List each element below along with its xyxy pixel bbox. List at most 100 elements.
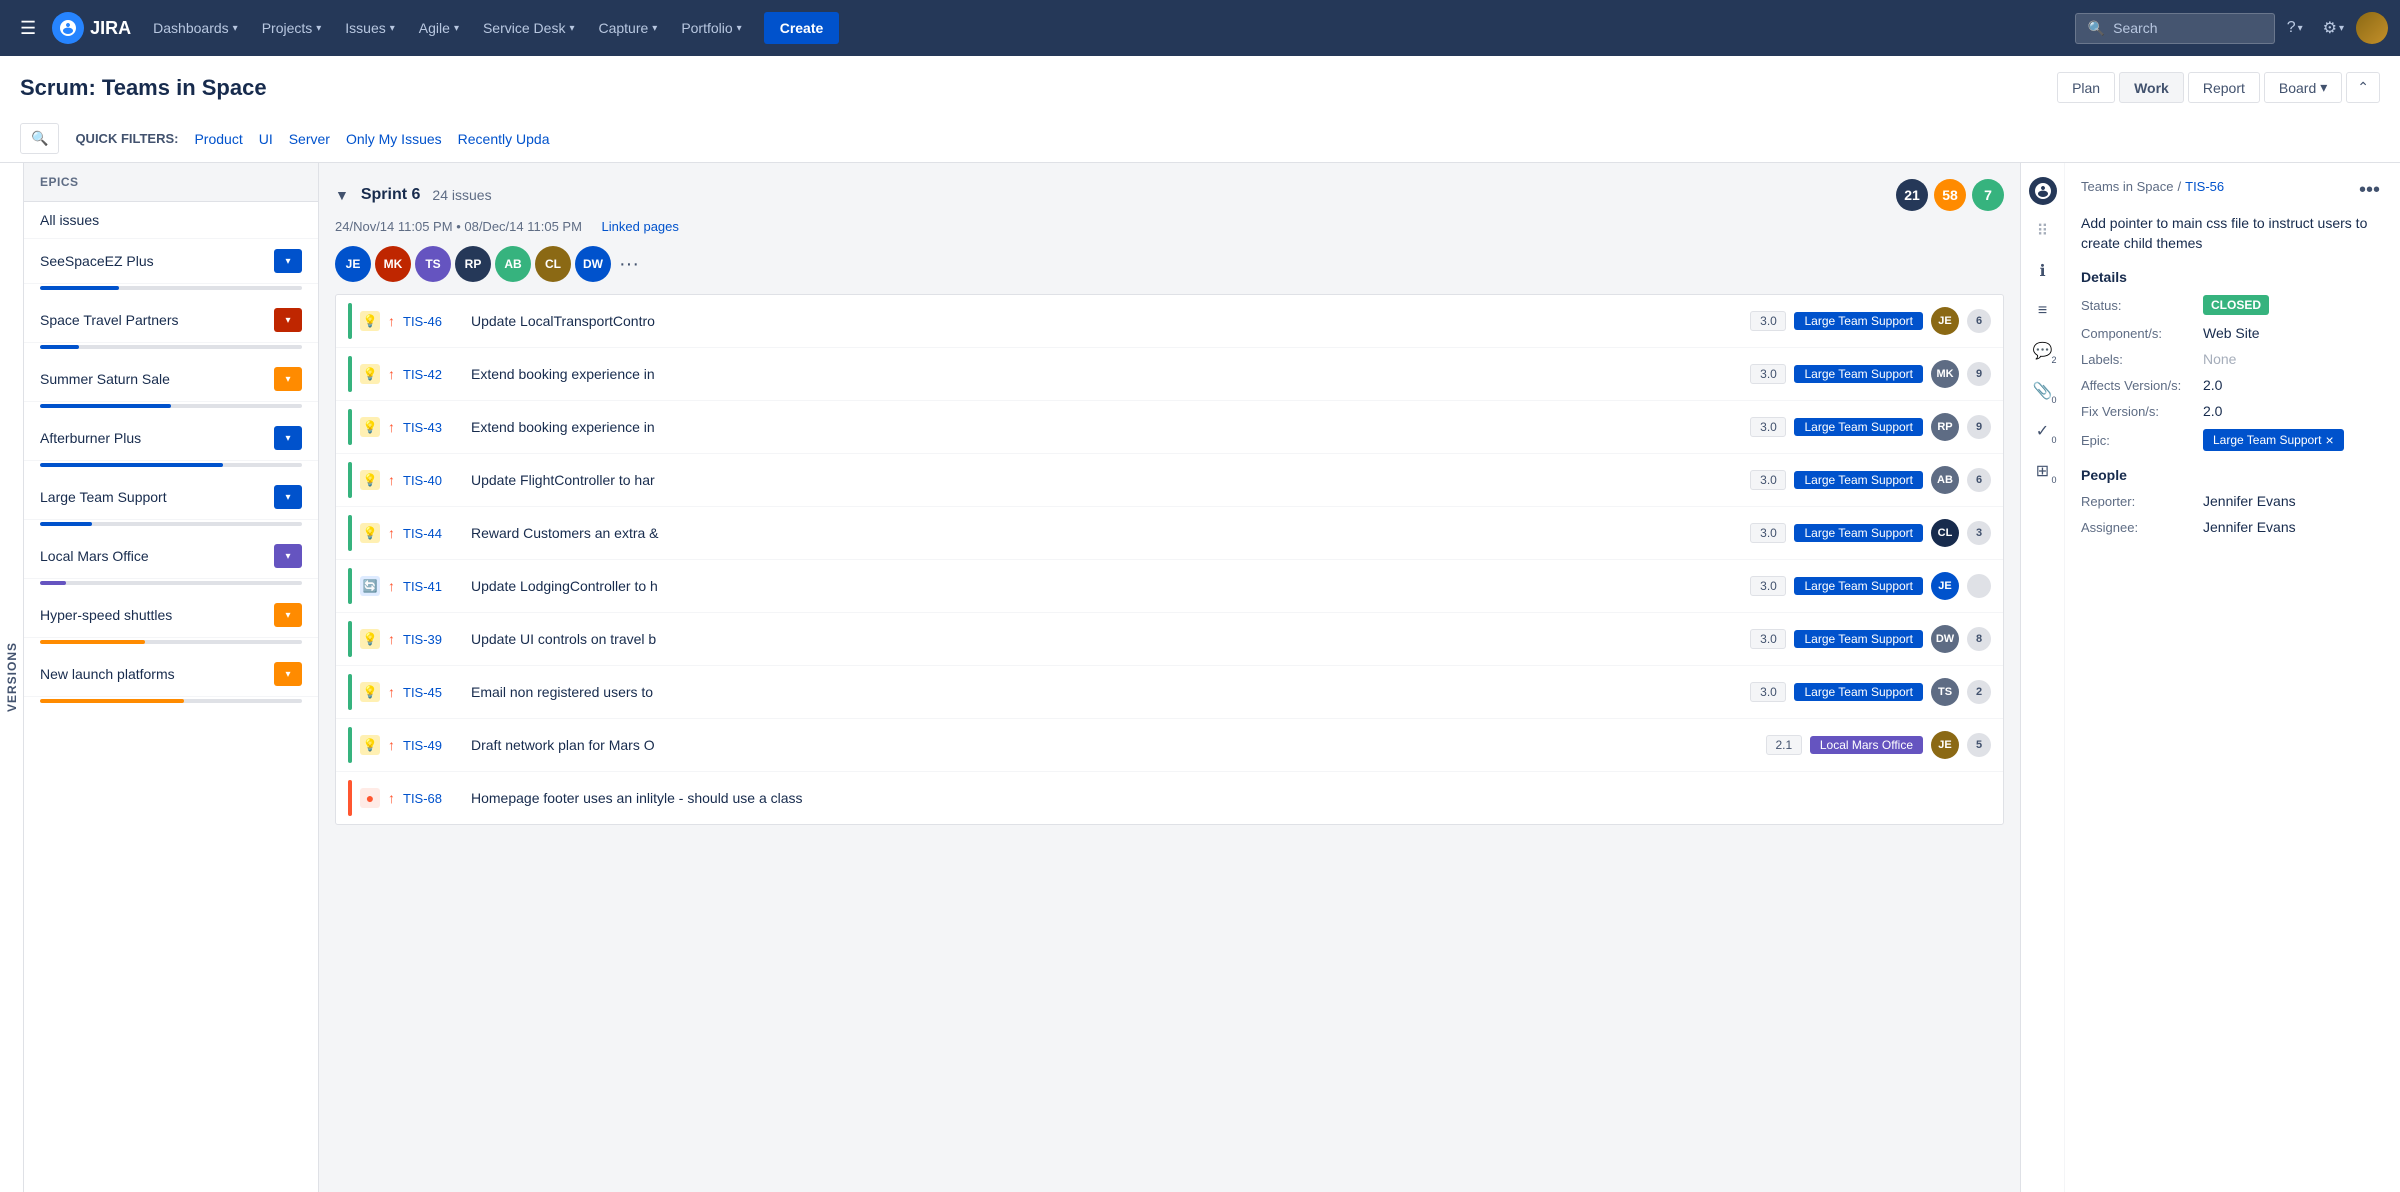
nav-capture[interactable]: Capture ▾ (588, 12, 667, 44)
issue-key[interactable]: TIS-44 (403, 526, 463, 541)
epic-new-launch[interactable]: New launch platforms ▾ (24, 652, 318, 697)
assignee-avatar: AB (1931, 466, 1959, 494)
sprint-avatar[interactable]: TS (415, 246, 451, 282)
epic-hyper-speed[interactable]: Hyper-speed shuttles ▾ (24, 593, 318, 638)
board-view-btn[interactable]: Board ▾ (2264, 72, 2342, 103)
issue-epic-tag[interactable]: Local Mars Office (1810, 736, 1923, 754)
epic-name: Space Travel Partners (40, 312, 274, 328)
issue-row[interactable]: 💡 ↑ TIS-44 Reward Customers an extra & 3… (336, 507, 2003, 560)
detail-icon-comments[interactable]: 💬 2 (2027, 335, 2059, 367)
issue-epic-tag[interactable]: Large Team Support (1794, 577, 1923, 595)
issue-epic-tag[interactable]: Large Team Support (1794, 630, 1923, 648)
hamburger-menu[interactable]: ☰ (12, 10, 44, 47)
detail-icon-attachments[interactable]: 📎 0 (2027, 375, 2059, 407)
plan-view-btn[interactable]: Plan (2057, 72, 2115, 103)
epic-summer-saturn[interactable]: Summer Saturn Sale ▾ (24, 357, 318, 402)
sprint-avatar[interactable]: AB (495, 246, 531, 282)
more-avatars-btn[interactable]: ··· (619, 253, 639, 276)
issue-key[interactable]: TIS-41 (403, 579, 463, 594)
versions-tab[interactable]: VERSIONS (0, 163, 24, 1192)
epic-tag-close[interactable]: × (2326, 432, 2334, 448)
sprint-avatar[interactable]: JE (335, 246, 371, 282)
issue-row[interactable]: 💡 ↑ TIS-39 Update UI controls on travel … (336, 613, 2003, 666)
sprint-avatar[interactable]: DW (575, 246, 611, 282)
sprint-name: Sprint 6 (361, 186, 421, 204)
epic-dropdown-btn[interactable]: ▾ (274, 308, 302, 332)
issue-epic-tag[interactable]: Large Team Support (1794, 418, 1923, 436)
filter-ui[interactable]: UI (259, 131, 273, 147)
issue-epic-tag[interactable]: Large Team Support (1794, 524, 1923, 542)
epic-dropdown-btn[interactable]: ▾ (274, 485, 302, 509)
issue-row[interactable]: 💡 ↑ TIS-49 Draft network plan for Mars O… (336, 719, 2003, 772)
search-box[interactable]: 🔍 (2075, 13, 2275, 44)
nav-projects[interactable]: Projects ▾ (252, 12, 332, 44)
epic-afterburner[interactable]: Afterburner Plus ▾ (24, 416, 318, 461)
issue-key[interactable]: TIS-46 (403, 314, 463, 329)
issue-key[interactable]: TIS-49 (403, 738, 463, 753)
nav-service-desk[interactable]: Service Desk ▾ (473, 12, 585, 44)
quick-filter-search[interactable]: 🔍 (20, 123, 59, 154)
epic-dropdown-btn[interactable]: ▾ (274, 544, 302, 568)
create-button[interactable]: Create (764, 12, 840, 44)
epic-dropdown-btn[interactable]: ▾ (274, 367, 302, 391)
issue-row[interactable]: 💡 ↑ TIS-46 Update LocalTransportContro 3… (336, 295, 2003, 348)
issue-row[interactable]: 💡 ↑ TIS-45 Email non registered users to… (336, 666, 2003, 719)
detail-more-button[interactable]: ••• (2355, 179, 2384, 202)
nav-logo[interactable]: JIRA (52, 12, 131, 44)
issue-key[interactable]: TIS-43 (403, 420, 463, 435)
epic-space-travel[interactable]: Space Travel Partners ▾ (24, 298, 318, 343)
epic-dropdown-btn[interactable]: ▾ (274, 603, 302, 627)
search-input[interactable] (2113, 20, 2262, 36)
help-button[interactable]: ? ▾ (2279, 11, 2311, 45)
linked-pages-link[interactable]: Linked pages (602, 219, 679, 234)
detail-icon-checklist[interactable]: ✓ 0 (2027, 415, 2059, 447)
filter-server[interactable]: Server (289, 131, 330, 147)
issue-epic-tag[interactable]: Large Team Support (1794, 683, 1923, 701)
issue-epic-tag[interactable]: Large Team Support (1794, 312, 1923, 330)
user-avatar[interactable] (2356, 12, 2388, 44)
detail-icon-more[interactable]: ⊞ 0 (2027, 455, 2059, 487)
report-view-btn[interactable]: Report (2188, 72, 2260, 103)
issue-key[interactable]: TIS-39 (403, 632, 463, 647)
work-view-btn[interactable]: Work (2119, 72, 2184, 103)
nav-issues[interactable]: Issues ▾ (335, 12, 405, 44)
issue-row[interactable]: 🔄 ↑ TIS-41 Update LodgingController to h… (336, 560, 2003, 613)
epic-all-issues[interactable]: All issues (24, 202, 318, 239)
epic-local-mars[interactable]: Local Mars Office ▾ (24, 534, 318, 579)
detail-icon-drag[interactable]: ⠿ (2027, 215, 2059, 247)
nav-portfolio[interactable]: Portfolio ▾ (671, 12, 751, 44)
filter-recently-updated[interactable]: Recently Upda (458, 131, 550, 147)
issue-epic-tag[interactable]: Large Team Support (1794, 471, 1923, 489)
sprint-avatar[interactable]: CL (535, 246, 571, 282)
detail-icon-project[interactable] (2027, 175, 2059, 207)
epic-dropdown-btn[interactable]: ▾ (274, 249, 302, 273)
filter-only-my-issues[interactable]: Only My Issues (346, 131, 442, 147)
nav-agile[interactable]: Agile ▾ (409, 12, 469, 44)
sprint-avatar[interactable]: RP (455, 246, 491, 282)
settings-button[interactable]: ⚙ ▾ (2315, 10, 2352, 46)
epic-dropdown-btn[interactable]: ▾ (274, 662, 302, 686)
issue-row[interactable]: 💡 ↑ TIS-42 Extend booking experience in … (336, 348, 2003, 401)
issue-row[interactable]: 💡 ↑ TIS-40 Update FlightController to ha… (336, 454, 2003, 507)
detail-icon-description[interactable]: ≡ (2027, 295, 2059, 327)
detail-icon-info[interactable]: ℹ (2027, 255, 2059, 287)
issue-row[interactable]: ● ↑ TIS-68 Homepage footer uses an inlit… (336, 772, 2003, 824)
epic-dropdown-btn[interactable]: ▾ (274, 426, 302, 450)
sprint-avatar[interactable]: MK (375, 246, 411, 282)
breadcrumb-issue-link[interactable]: TIS-56 (2185, 179, 2224, 194)
epic-seespaceez[interactable]: SeeSpaceEZ Plus ▾ (24, 239, 318, 284)
issue-epic-tag[interactable]: Large Team Support (1794, 365, 1923, 383)
issue-row[interactable]: 💡 ↑ TIS-43 Extend booking experience in … (336, 401, 2003, 454)
detail-field-epic: Epic: Large Team Support × (2081, 429, 2384, 451)
epic-large-team[interactable]: Large Team Support ▾ (24, 475, 318, 520)
collapse-btn[interactable]: ⌃ (2346, 72, 2380, 103)
sprint-chevron-icon[interactable]: ▼ (335, 187, 349, 203)
issue-key[interactable]: TIS-45 (403, 685, 463, 700)
issue-key[interactable]: TIS-42 (403, 367, 463, 382)
epic-item-wrapper: Hyper-speed shuttles ▾ (24, 593, 318, 652)
epic-tag[interactable]: Large Team Support × (2203, 429, 2344, 451)
nav-dashboards[interactable]: Dashboards ▾ (143, 12, 248, 44)
issue-key[interactable]: TIS-40 (403, 473, 463, 488)
issue-key[interactable]: TIS-68 (403, 791, 463, 806)
filter-product[interactable]: Product (194, 131, 242, 147)
